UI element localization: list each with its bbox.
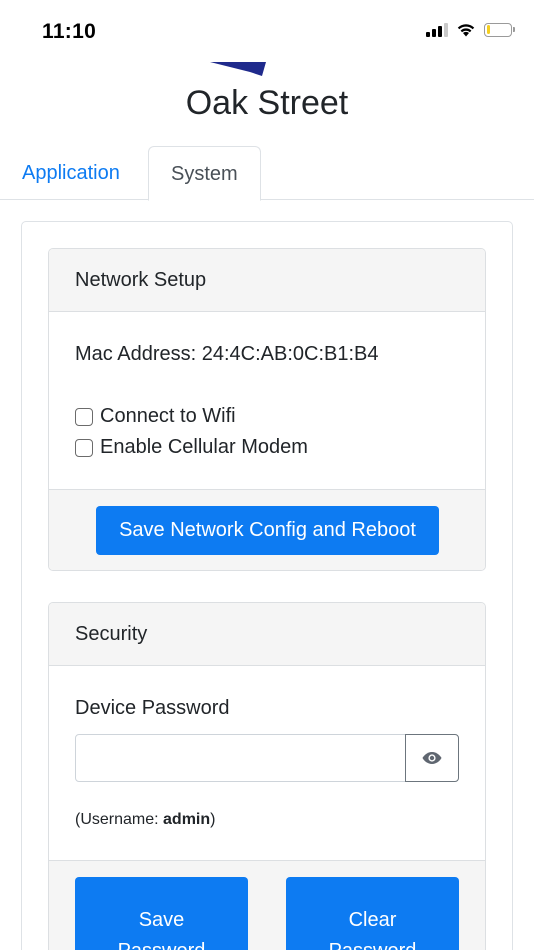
mac-address-value: 24:4C:AB:0C:B1:B4 <box>201 343 379 365</box>
wifi-icon <box>457 24 475 37</box>
eye-icon <box>422 752 442 764</box>
enable-cellular-label: Enable Cellular Modem <box>100 436 308 458</box>
toggle-password-visibility-button[interactable] <box>405 734 459 782</box>
clear-password-button[interactable]: ClearPassword <box>286 877 459 950</box>
status-time: 11:10 <box>42 20 97 43</box>
status-icons <box>426 22 515 37</box>
security-card: Security Device Password (Username: admi… <box>48 602 486 950</box>
tab-system[interactable]: System <box>148 146 261 201</box>
screen: 11:10 Oak Street Application System Netw… <box>0 0 534 950</box>
save-network-config-button[interactable]: Save Network Config and Reboot <box>96 506 439 555</box>
network-setup-header: Network Setup <box>49 249 485 312</box>
enable-cellular-checkbox[interactable] <box>75 438 93 457</box>
device-password-input[interactable] <box>75 734 406 782</box>
security-footer: SavePassword ClearPassword <box>49 860 485 950</box>
logo-icon <box>210 62 266 76</box>
mac-address-label: Mac Address: <box>75 343 197 365</box>
device-password-label: Device Password <box>75 697 230 719</box>
security-header: Security <box>49 603 485 666</box>
tab-application[interactable]: Application <box>0 146 142 200</box>
save-password-button[interactable]: SavePassword <box>75 877 248 950</box>
connect-wifi-option[interactable]: Connect to Wifi <box>75 405 236 428</box>
connect-wifi-label: Connect to Wifi <box>100 405 236 427</box>
tab-bar: Application System <box>0 146 534 201</box>
mac-address: Mac Address: 24:4C:AB:0C:B1:B4 <box>75 343 379 366</box>
battery-level <box>486 25 490 34</box>
connect-wifi-checkbox[interactable] <box>75 407 93 426</box>
username-note: (Username: admin) <box>75 811 216 828</box>
status-bar: 11:10 <box>0 0 534 64</box>
battery-icon <box>484 22 515 37</box>
cellular-signal-icon <box>426 22 448 37</box>
enable-cellular-option[interactable]: Enable Cellular Modem <box>75 436 308 459</box>
network-setup-footer: Save Network Config and Reboot <box>49 489 485 570</box>
network-setup-card: Network Setup Mac Address: 24:4C:AB:0C:B… <box>48 248 486 571</box>
page-title: Oak Street <box>185 84 349 122</box>
username-value: admin <box>163 811 211 828</box>
